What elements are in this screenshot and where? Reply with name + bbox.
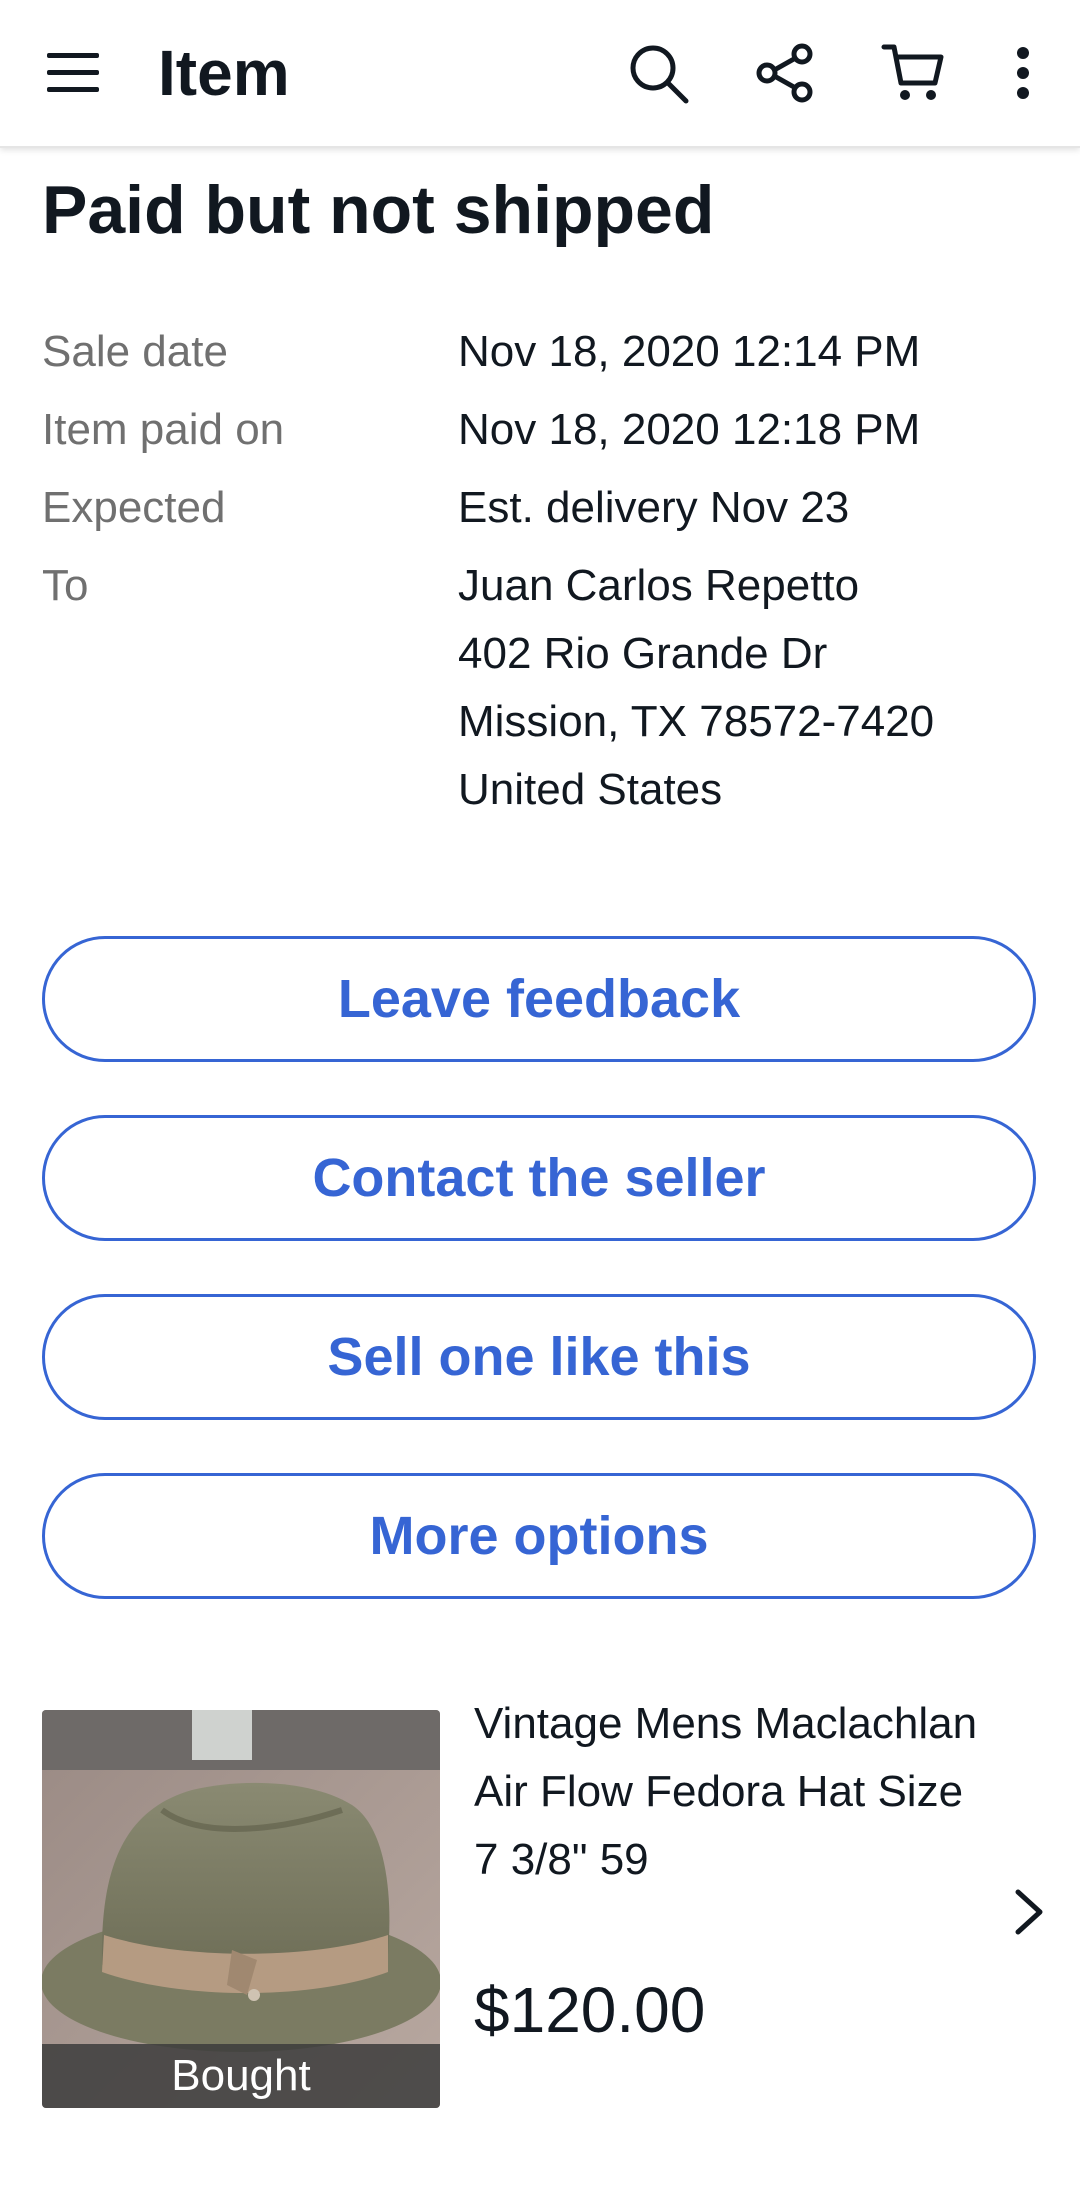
paid-on-row: Item paid on Nov 18, 2020 12:18 PM — [42, 396, 1042, 464]
item-thumbnail[interactable]: Bought — [42, 1710, 440, 2108]
sale-date-row: Sale date Nov 18, 2020 12:14 PM — [42, 318, 1042, 386]
address-street: 402 Rio Grande Dr — [458, 629, 828, 678]
expected-label: Expected — [42, 483, 226, 532]
page-title: Item — [158, 37, 290, 109]
paid-on-label: Item paid on — [42, 405, 285, 454]
chevron-right-icon[interactable] — [1000, 1884, 1056, 1940]
more-vert-icon[interactable] — [975, 25, 1071, 121]
address-name: Juan Carlos Repetto — [458, 561, 860, 610]
sale-date-label: Sale date — [42, 327, 228, 376]
item-title[interactable]: Vintage Mens Maclachlan Air Flow Fedora … — [474, 1690, 994, 1894]
app-bar: Item — [0, 0, 1080, 148]
contact-seller-button[interactable]: Contact the seller — [42, 1115, 1036, 1241]
sale-date-value: Nov 18, 2020 12:14 PM — [458, 327, 921, 376]
expected-row: Expected Est. delivery Nov 23 — [42, 474, 1042, 542]
leave-feedback-button[interactable]: Leave feedback — [42, 936, 1036, 1062]
order-info-list: Sale date Nov 18, 2020 12:14 PM Item pai… — [42, 318, 1042, 834]
ship-to-row: To Juan Carlos Repetto 402 Rio Grande Dr… — [42, 552, 1042, 824]
paid-on-value: Nov 18, 2020 12:18 PM — [458, 405, 921, 454]
sell-one-like-this-button[interactable]: Sell one like this — [42, 1294, 1036, 1420]
item-price: $120.00 — [474, 1974, 706, 2046]
address-country: United States — [458, 765, 723, 814]
menu-icon[interactable] — [25, 25, 121, 121]
ship-to-label: To — [42, 561, 89, 610]
order-status-heading: Paid but not shipped — [42, 172, 715, 248]
expected-value: Est. delivery Nov 23 — [458, 483, 850, 532]
share-icon[interactable] — [737, 25, 833, 121]
search-icon[interactable] — [610, 25, 706, 121]
ship-to-address: Juan Carlos Repetto 402 Rio Grande Dr Mi… — [458, 552, 934, 824]
purchased-item-card[interactable]: Bought Vintage Mens Maclachlan Air Flow … — [0, 1562, 1080, 2108]
bought-badge: Bought — [42, 2044, 440, 2108]
cart-icon[interactable] — [865, 25, 961, 121]
address-city: Mission, TX 78572-7420 — [458, 697, 935, 746]
